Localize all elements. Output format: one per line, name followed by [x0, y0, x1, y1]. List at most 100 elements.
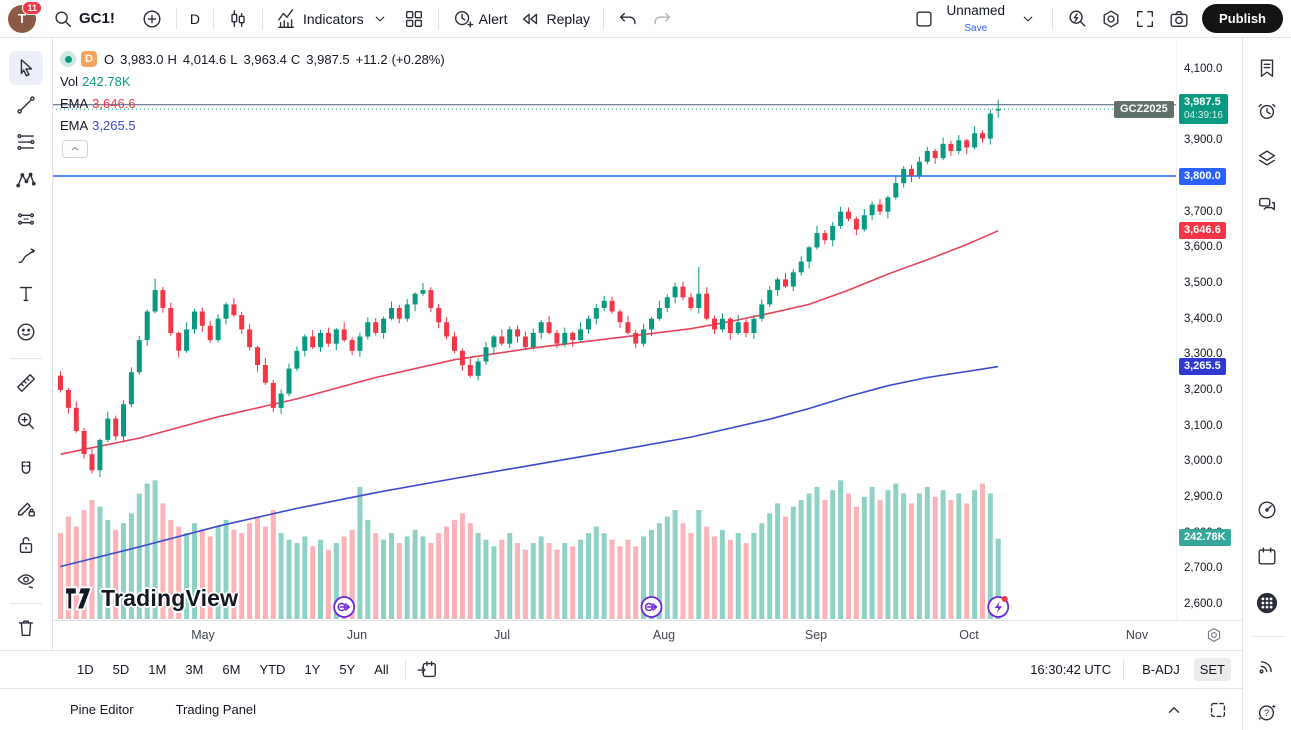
- legend-ema2-row[interactable]: EMA 3,265.5: [60, 114, 445, 136]
- user-avatar[interactable]: T 11: [8, 5, 36, 33]
- alert-clock-icon: [452, 8, 474, 30]
- indicator-templates-button[interactable]: [397, 4, 431, 34]
- range-1y[interactable]: 1Y: [297, 658, 327, 681]
- go-to-date-button[interactable]: [410, 655, 444, 685]
- tool-cursor-icon[interactable]: [9, 51, 43, 85]
- templates-grid-icon: [403, 8, 425, 30]
- toolbar-divider: [262, 8, 263, 30]
- tool-text-icon[interactable]: [9, 277, 43, 311]
- legend-volume-row[interactable]: Vol 242.78K: [60, 70, 445, 92]
- range-all[interactable]: All: [367, 658, 395, 681]
- session-toggle[interactable]: SET: [1194, 658, 1231, 681]
- symbol-search-button[interactable]: GC1!: [46, 4, 121, 34]
- publish-button[interactable]: Publish: [1202, 4, 1283, 33]
- layout-name: Unnamed: [947, 4, 1006, 17]
- price-tick: 3,500.0: [1184, 276, 1222, 290]
- fullscreen-button[interactable]: [1128, 4, 1162, 34]
- toolbar-divider: [603, 8, 604, 30]
- tool-fib-lines-icon[interactable]: [9, 125, 43, 159]
- adjustment-toggle[interactable]: B-ADJ: [1136, 658, 1186, 681]
- legend-main-row[interactable]: D O3,983.0 H4,014.6 L3,963.4 C3,987.5 +1…: [60, 48, 445, 70]
- tool-eye-hide-icon[interactable]: [9, 563, 43, 597]
- range-ytd[interactable]: YTD: [252, 658, 292, 681]
- sidebar-chat-icon[interactable]: [1250, 188, 1284, 222]
- toolbar-divider: [1052, 8, 1053, 30]
- range-5y[interactable]: 5Y: [332, 658, 362, 681]
- axis-settings-gear-icon[interactable]: [1203, 624, 1225, 646]
- ema2-label: EMA: [60, 118, 88, 133]
- clock[interactable]: 16:30:42 UTC: [1030, 662, 1111, 677]
- compare-add-button[interactable]: [135, 4, 169, 34]
- chart-style-button[interactable]: [221, 4, 255, 34]
- sidebar-help-sparkle-icon[interactable]: ?: [1250, 695, 1284, 729]
- camera-icon: [1168, 8, 1190, 30]
- tool-trash-icon[interactable]: [9, 611, 43, 645]
- replay-icon: [519, 8, 541, 30]
- alert-button[interactable]: Alert: [446, 4, 514, 34]
- price-badge: 3,265.5: [1179, 358, 1226, 375]
- candlestick-style-icon: [227, 8, 249, 30]
- legend-collapse-button[interactable]: [62, 140, 88, 158]
- tool-zoom-in-icon[interactable]: [9, 404, 43, 438]
- price-tick: 3,400.0: [1184, 312, 1222, 326]
- tool-trend-line-icon[interactable]: [9, 88, 43, 122]
- sidebar-gauge-icon[interactable]: [1250, 493, 1284, 527]
- go-to-date-icon: [416, 659, 438, 681]
- legend-ema1-row[interactable]: EMA 3,646.6: [60, 92, 445, 114]
- tool-emoji-icon[interactable]: [9, 315, 43, 349]
- redo-button[interactable]: [645, 4, 679, 34]
- tool-brush-icon[interactable]: [9, 239, 43, 273]
- tool-projection-icon[interactable]: [9, 202, 43, 236]
- tool-xabcd-pattern-icon[interactable]: [9, 163, 43, 197]
- ema2-value: 3,265.5: [92, 118, 135, 133]
- chart-canvas[interactable]: D O3,983.0 H4,014.6 L3,963.4 C3,987.5 +1…: [52, 38, 1176, 620]
- quick-search-icon: [1066, 8, 1088, 30]
- quick-search-button[interactable]: [1060, 4, 1094, 34]
- toolbar-divider: [213, 8, 214, 30]
- tool-ruler-icon[interactable]: [9, 366, 43, 400]
- pine-editor-tab[interactable]: Pine Editor: [70, 702, 134, 717]
- price-badge: 3,646.6: [1179, 222, 1226, 239]
- indicators-button[interactable]: Indicators: [270, 4, 397, 34]
- time-tick-nov: Nov: [1117, 628, 1157, 642]
- layout-menu-button[interactable]: [1011, 4, 1045, 34]
- save-label[interactable]: Save: [964, 22, 987, 35]
- price-badge: 3,987.504:39:16: [1179, 94, 1228, 124]
- replay-button[interactable]: Replay: [513, 4, 596, 34]
- range-1m[interactable]: 1M: [141, 658, 173, 681]
- tool-magnet-icon[interactable]: [9, 453, 43, 487]
- range-1d[interactable]: 1D: [70, 658, 101, 681]
- interval-button[interactable]: D: [184, 4, 206, 34]
- top-toolbar: T 11 GC1! D Indicators Alert Replay: [0, 0, 1291, 38]
- expand-panel-icon[interactable]: [1163, 699, 1185, 721]
- settings-button[interactable]: [1094, 4, 1128, 34]
- range-6m[interactable]: 6M: [215, 658, 247, 681]
- sidebar-watchlist-icon[interactable]: [1250, 51, 1284, 85]
- price-tick: 3,100.0: [1184, 419, 1222, 433]
- maximize-panel-icon[interactable]: [1207, 699, 1229, 721]
- ohlc-open-label: O: [104, 52, 114, 67]
- snapshot-button[interactable]: [1162, 4, 1196, 34]
- undo-button[interactable]: [611, 4, 645, 34]
- sidebar-calendar-icon[interactable]: [1250, 539, 1284, 573]
- sidebar-apps-grid-icon[interactable]: [1250, 586, 1284, 620]
- layout-name-button[interactable]: Unnamed Save: [941, 4, 1012, 34]
- ohlc-close-label: C: [291, 52, 300, 67]
- range-5d[interactable]: 5D: [106, 658, 137, 681]
- tool-lock-icon[interactable]: [9, 528, 43, 562]
- price-axis[interactable]: 4,100.04,000.03,900.03,800.03,700.03,600…: [1176, 38, 1244, 620]
- sidebar-object-tree-icon[interactable]: [1250, 141, 1284, 175]
- volume-value: 242.78K: [82, 74, 130, 89]
- sidebar-streams-icon[interactable]: [1250, 649, 1284, 683]
- range-3m[interactable]: 3M: [178, 658, 210, 681]
- indicators-label: Indicators: [303, 11, 364, 27]
- interval-badge: D: [81, 51, 97, 67]
- replay-label: Replay: [546, 11, 590, 27]
- ohlc-low: 3,963.4: [244, 52, 287, 67]
- tool-draw-mode-icon[interactable]: [9, 491, 43, 525]
- time-axis[interactable]: MayJunJulAugSepOctNov: [52, 620, 1243, 651]
- layout-select-button[interactable]: [907, 4, 941, 34]
- sidebar-alarm-icon[interactable]: [1250, 94, 1284, 128]
- price-tick: 3,000.0: [1184, 454, 1222, 468]
- trading-panel-tab[interactable]: Trading Panel: [176, 702, 256, 717]
